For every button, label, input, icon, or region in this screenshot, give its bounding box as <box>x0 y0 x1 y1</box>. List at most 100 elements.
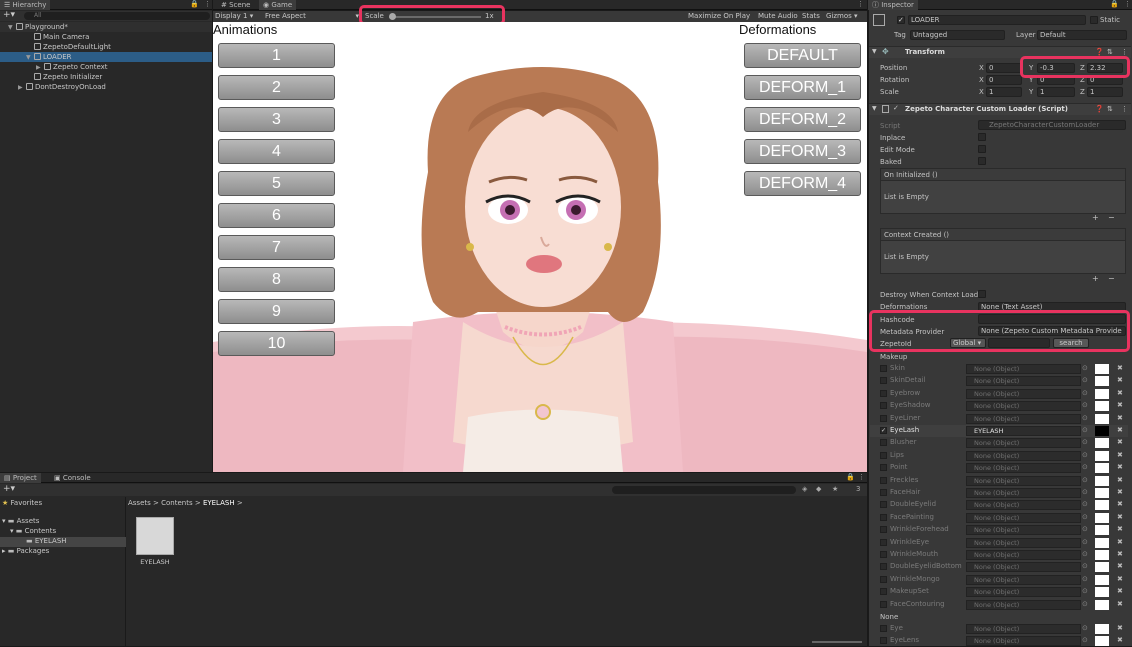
hierarchy-item-dont-destroy[interactable]: ▶ DontDestroyOnLoad <box>0 82 212 92</box>
color-swatch[interactable] <box>1095 426 1109 436</box>
makeup-checkbox[interactable] <box>880 377 887 385</box>
makeup-checkbox[interactable] <box>880 588 887 596</box>
object-picker-icon[interactable]: ⊙ <box>1082 575 1088 583</box>
active-checkbox[interactable]: ✓ <box>897 16 905 24</box>
object-picker-icon[interactable]: ⊙ <box>1082 587 1088 595</box>
makeup-checkbox[interactable] <box>880 365 887 372</box>
animation-button-6[interactable]: 6 <box>218 203 335 228</box>
makeup-checkbox[interactable] <box>880 600 887 608</box>
zoom-slider[interactable] <box>812 641 862 643</box>
makeup-object-field[interactable]: None (Object) <box>966 537 1081 548</box>
object-picker-icon[interactable]: ⊙ <box>1082 426 1088 434</box>
label-icon[interactable]: ◆ <box>816 485 821 493</box>
layer-dropdown[interactable]: Default <box>1037 30 1127 40</box>
object-picker-icon[interactable]: ⊙ <box>1082 451 1088 459</box>
help-icon[interactable]: ❓ <box>1095 105 1104 113</box>
makeup-object-field[interactable]: None (Object) <box>966 364 1081 374</box>
color-swatch[interactable] <box>1095 550 1109 560</box>
color-swatch[interactable] <box>1095 364 1109 374</box>
object-picker-icon[interactable]: ⊙ <box>1082 600 1088 608</box>
clear-icon[interactable]: ✖ <box>1117 538 1123 546</box>
animation-button-9[interactable]: 9 <box>218 299 335 324</box>
object-picker-icon[interactable]: ⊙ <box>1082 488 1088 496</box>
object-picker-icon[interactable]: ⊙ <box>1082 401 1088 409</box>
packages-item[interactable]: ▸ ▬ Packages <box>2 547 49 555</box>
makeup-checkbox[interactable] <box>880 476 887 484</box>
color-swatch[interactable] <box>1095 574 1109 585</box>
object-picker-icon[interactable]: ⊙ <box>1082 389 1088 397</box>
object-picker-icon[interactable]: ⊙ <box>1082 376 1088 384</box>
clear-icon[interactable]: ✖ <box>1117 575 1123 583</box>
clear-icon[interactable]: ✖ <box>1117 587 1123 595</box>
more-icon[interactable]: ⋮ <box>1121 48 1128 56</box>
color-swatch[interactable] <box>1095 450 1109 461</box>
clear-icon[interactable]: ✖ <box>1117 624 1123 632</box>
clear-icon[interactable]: ✖ <box>1117 463 1123 471</box>
object-picker-icon[interactable]: ⊙ <box>1082 364 1088 372</box>
clear-icon[interactable]: ✖ <box>1117 426 1123 434</box>
deform-button-1[interactable]: DEFORM_1 <box>744 75 861 100</box>
color-swatch[interactable] <box>1095 624 1109 634</box>
makeup-object-field[interactable]: None (Object) <box>966 525 1081 536</box>
makeup-object-field[interactable]: EYELASH <box>966 426 1081 436</box>
more-icon[interactable]: ⋮ <box>204 0 211 8</box>
clear-icon[interactable]: ✖ <box>1117 488 1123 496</box>
more-icon[interactable]: ⋮ <box>857 0 864 8</box>
makeup-object-field[interactable]: None (Object) <box>966 636 1081 646</box>
makeup-object-field[interactable]: None (Object) <box>966 488 1081 498</box>
mute-audio-button[interactable]: Mute Audio <box>758 11 798 22</box>
lock-icon[interactable]: 🔒 <box>846 473 855 481</box>
clear-icon[interactable]: ✖ <box>1117 525 1123 533</box>
color-swatch[interactable] <box>1095 562 1109 573</box>
aspect-dropdown[interactable]: Free Aspect ▾ <box>265 11 359 22</box>
preset-icon[interactable]: ⇅ <box>1107 48 1113 56</box>
makeup-object-field[interactable]: None (Object) <box>966 376 1081 387</box>
makeup-object-field[interactable]: None (Object) <box>966 413 1081 424</box>
add-icon[interactable]: +▾ <box>3 484 15 494</box>
maximize-on-play-button[interactable]: Maximize On Play <box>688 11 750 22</box>
object-picker-icon[interactable]: ⊙ <box>1082 438 1088 446</box>
animation-button-7[interactable]: 7 <box>218 235 335 260</box>
breadcrumb-contents[interactable]: Contents <box>161 499 193 507</box>
makeup-object-field[interactable]: None (Object) <box>966 562 1081 573</box>
object-picker-icon[interactable]: ⊙ <box>1082 636 1088 644</box>
makeup-checkbox[interactable] <box>880 464 887 472</box>
makeup-checkbox[interactable] <box>880 451 887 459</box>
deform-button-3[interactable]: DEFORM_3 <box>744 139 861 164</box>
makeup-checkbox[interactable] <box>880 414 887 422</box>
scale-z-field[interactable]: 1 <box>1087 87 1123 97</box>
makeup-checkbox[interactable] <box>880 625 887 632</box>
deform-button-default[interactable]: DEFAULT <box>744 43 861 68</box>
makeup-checkbox[interactable] <box>880 575 887 583</box>
object-picker-icon[interactable]: ⊙ <box>1082 500 1088 508</box>
animation-button-10[interactable]: 10 <box>218 331 335 356</box>
component-enabled-checkbox[interactable]: ✓ <box>893 104 899 112</box>
gizmos-dropdown[interactable]: Gizmos ▾ <box>826 11 858 22</box>
remove-event-button[interactable]: − <box>1108 274 1115 283</box>
clear-icon[interactable]: ✖ <box>1117 438 1123 446</box>
hierarchy-item-loader[interactable]: ▼ LOADER <box>0 52 212 62</box>
favorites-item[interactable]: ★ Favorites <box>2 499 42 507</box>
animation-button-8[interactable]: 8 <box>218 267 335 292</box>
makeup-checkbox[interactable] <box>880 551 887 558</box>
hierarchy-item-default-light[interactable]: ZepetoDefaultLight <box>0 42 212 52</box>
display-dropdown[interactable]: Display 1 ▾ <box>215 11 253 22</box>
makeup-object-field[interactable]: None (Object) <box>966 463 1081 474</box>
project-search-input[interactable] <box>612 486 796 494</box>
makeup-object-field[interactable]: None (Object) <box>966 574 1081 585</box>
clear-icon[interactable]: ✖ <box>1117 401 1123 409</box>
hierarchy-item-zepeto-initializer[interactable]: Zepeto Initializer <box>0 72 212 82</box>
clear-icon[interactable]: ✖ <box>1117 500 1123 508</box>
makeup-checkbox[interactable] <box>880 563 887 571</box>
expand-arrow-icon[interactable]: ▼ <box>872 105 877 112</box>
clear-icon[interactable]: ✖ <box>1117 414 1123 422</box>
expand-arrow-icon[interactable]: ▶ <box>18 83 26 93</box>
animation-button-2[interactable]: 2 <box>218 75 335 100</box>
makeup-object-field[interactable]: None (Object) <box>966 550 1081 560</box>
color-swatch[interactable] <box>1095 587 1109 598</box>
color-swatch[interactable] <box>1095 537 1109 548</box>
makeup-checkbox[interactable] <box>880 538 887 546</box>
star-icon[interactable]: ★ <box>832 485 838 493</box>
makeup-checkbox[interactable] <box>880 402 887 410</box>
color-swatch[interactable] <box>1095 401 1109 412</box>
